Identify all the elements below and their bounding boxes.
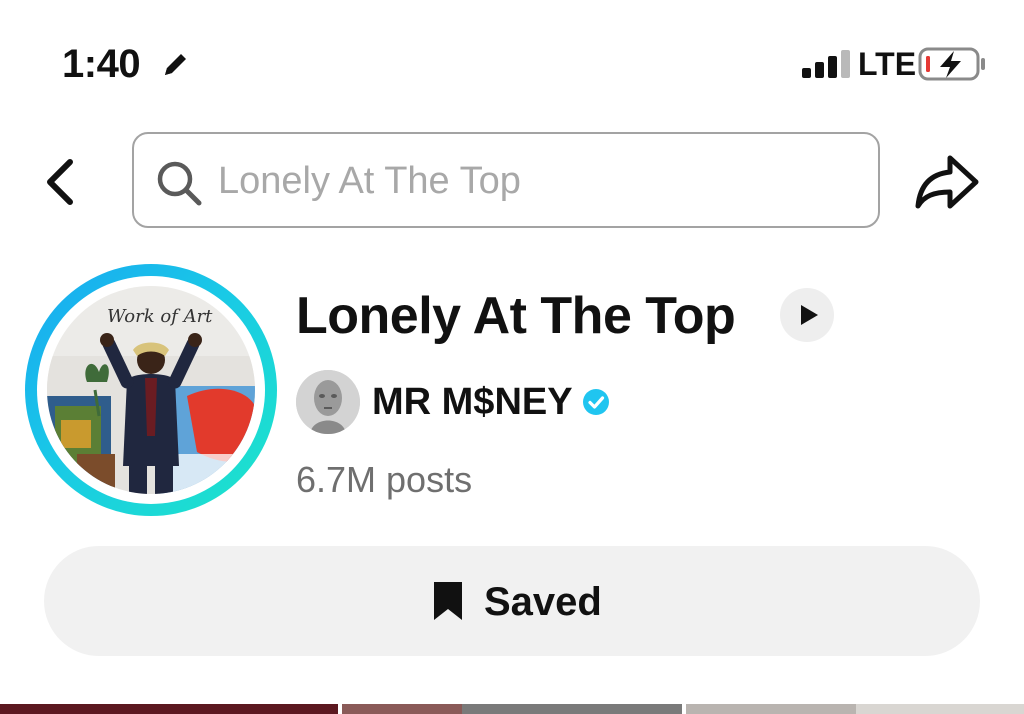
play-icon: [801, 305, 818, 325]
sound-page: 1:40 LTE Lonely At The Top Work of Art L…: [0, 0, 1024, 714]
video-thumbnail[interactable]: [856, 704, 1024, 714]
search-query: Lonely At The Top: [218, 160, 521, 202]
sound-cover-image: Work of Art: [47, 286, 255, 494]
battery-charging-icon: [918, 47, 985, 81]
saved-button[interactable]: Saved: [44, 546, 980, 656]
sound-cover[interactable]: Work of Art: [25, 264, 277, 516]
sound-cover-frame: Work of Art: [37, 276, 265, 504]
video-thumbnail[interactable]: [342, 704, 462, 714]
cover-lettering: Work of Art: [107, 306, 213, 327]
video-grid-preview: [0, 704, 1024, 714]
cellular-signal-icon: [802, 50, 850, 78]
author-avatar[interactable]: [296, 370, 360, 434]
verified-badge-icon: [583, 389, 609, 415]
sound-title: Lonely At The Top: [296, 287, 736, 345]
search-input[interactable]: Lonely At The Top: [132, 132, 880, 228]
network-label: LTE: [858, 46, 917, 82]
play-button[interactable]: [780, 288, 834, 342]
status-time: 1:40: [62, 42, 141, 86]
share-arrow-icon[interactable]: [912, 152, 982, 212]
bookmark-icon: [434, 582, 462, 620]
saved-label: Saved: [484, 580, 602, 624]
search-icon: [157, 161, 202, 206]
pencil-icon: [165, 54, 186, 75]
video-thumbnail[interactable]: [0, 704, 338, 714]
video-thumbnail[interactable]: [686, 704, 856, 714]
author-name[interactable]: MR M$NEY: [372, 380, 573, 424]
post-count: 6.7M posts: [296, 459, 473, 500]
back-chevron-icon[interactable]: [38, 156, 86, 208]
video-thumbnail[interactable]: [462, 704, 682, 714]
